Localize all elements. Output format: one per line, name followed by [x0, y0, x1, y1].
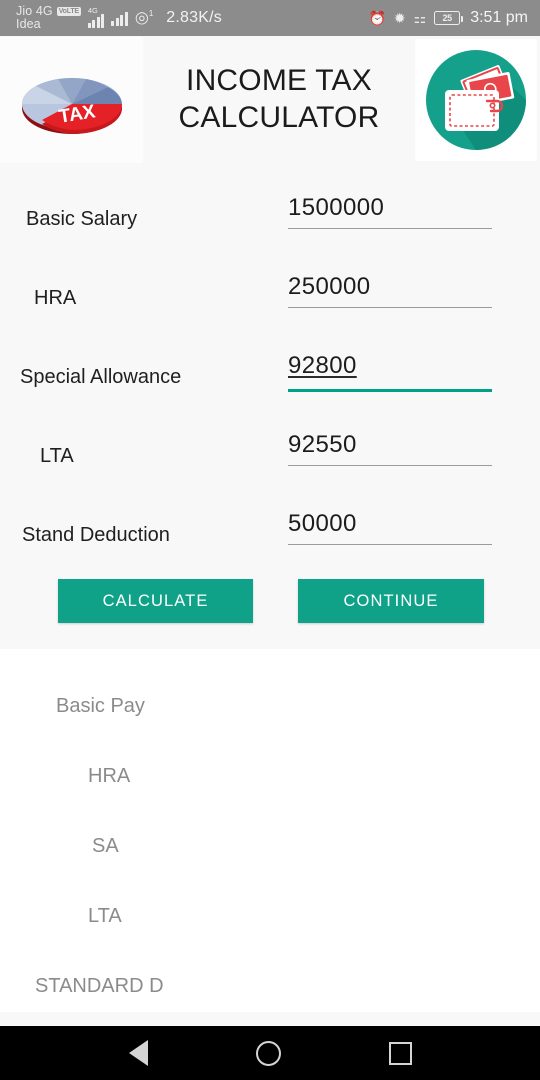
- android-navigation-bar: [0, 1026, 540, 1080]
- status-bar: Jio 4G VoLTE Idea 4G ◎1 2.83K/s ⏰ ✹ ⚏ 25…: [0, 0, 540, 36]
- recents-square-icon[interactable]: [388, 1041, 412, 1065]
- input-lta[interactable]: 92550: [288, 417, 492, 466]
- form-actions: CALCULATE CONTINUE: [0, 579, 540, 623]
- form-row-special-allowance: Special Allowance 92800: [0, 338, 540, 417]
- tax-pie-chart-icon: TAX: [0, 37, 143, 163]
- page-title: INCOME TAX CALCULATOR: [143, 63, 415, 136]
- label-lta: LTA: [40, 445, 74, 467]
- signal-strength-secondary-icon: [111, 11, 128, 26]
- continue-button[interactable]: CONTINUE: [298, 579, 484, 623]
- result-label-basic-pay: Basic Pay: [56, 694, 145, 717]
- form-row-stand-deduction: Stand Deduction 50000: [0, 496, 540, 575]
- home-circle-icon[interactable]: [255, 1040, 281, 1066]
- label-stand-deduction: Stand Deduction: [22, 524, 170, 546]
- label-basic-salary: Basic Salary: [26, 208, 138, 230]
- result-label-lta: LTA: [88, 904, 122, 927]
- calculate-button[interactable]: CALCULATE: [58, 579, 253, 623]
- value-special-allowance[interactable]: 92800: [288, 348, 492, 384]
- signal-strength-primary-icon: 4G: [87, 6, 105, 28]
- result-label-standard-d: STANDARD D: [35, 974, 164, 997]
- wallet-money-icon: [415, 39, 537, 161]
- results-section: Basic Pay HRA SA LTA STANDARD D: [0, 649, 540, 1021]
- carrier-secondary-label: Idea: [16, 17, 41, 31]
- alarm-icon: ⏰: [368, 10, 386, 26]
- result-row-lta: LTA: [0, 881, 540, 951]
- clock-label: 3:51 pm: [470, 9, 528, 26]
- battery-percent-label: 25: [442, 13, 452, 23]
- input-form-card: Basic Salary 1500000 HRA 250000 Special …: [0, 164, 540, 649]
- value-stand-deduction[interactable]: 50000: [288, 506, 492, 542]
- underline-stand-deduction: [288, 544, 492, 545]
- label-special-allowance: Special Allowance: [20, 366, 182, 388]
- back-triangle-icon[interactable]: [128, 1040, 148, 1066]
- form-row-hra: HRA 250000: [0, 259, 540, 338]
- input-stand-deduction[interactable]: 50000: [288, 496, 492, 545]
- result-label-sa: SA: [92, 834, 119, 857]
- input-special-allowance[interactable]: 92800: [288, 338, 492, 392]
- result-row-standard-d: STANDARD D: [0, 951, 540, 1021]
- carrier-info: Jio 4G VoLTE Idea: [16, 5, 81, 31]
- result-row-basic-pay: Basic Pay: [0, 671, 540, 741]
- value-lta[interactable]: 92550: [288, 427, 492, 463]
- underline-special-allowance-focused: [288, 389, 492, 392]
- result-label-hra: HRA: [88, 764, 131, 787]
- vibrate-icon: ⚏: [413, 10, 427, 26]
- form-row-lta: LTA 92550: [0, 417, 540, 496]
- volte-badge: VoLTE: [56, 7, 81, 17]
- data-speed-label: 2.83K/s: [166, 9, 222, 26]
- underline-hra: [288, 307, 492, 308]
- input-hra[interactable]: 250000: [288, 259, 492, 308]
- hotspot-icon: ◎1: [134, 8, 154, 27]
- input-basic-salary[interactable]: 1500000: [288, 180, 492, 229]
- bottom-divider: [0, 1012, 540, 1026]
- result-row-sa: SA: [0, 811, 540, 881]
- hotspot-count: 1: [148, 8, 154, 18]
- page-title-line1: INCOME TAX: [186, 64, 372, 98]
- battery-icon: 25: [434, 11, 464, 25]
- page-title-line2: CALCULATOR: [178, 101, 380, 134]
- bluetooth-icon: ✹: [393, 10, 406, 26]
- result-row-hra: HRA: [0, 741, 540, 811]
- form-row-basic-salary: Basic Salary 1500000: [0, 180, 540, 259]
- value-basic-salary[interactable]: 1500000: [288, 190, 492, 226]
- underline-lta: [288, 465, 492, 466]
- status-bar-right: ⏰ ✹ ⚏ 25 3:51 pm: [368, 9, 528, 27]
- label-hra: HRA: [34, 287, 77, 309]
- status-bar-left: Jio 4G VoLTE Idea 4G ◎1 2.83K/s: [16, 5, 222, 31]
- underline-basic-salary: [288, 228, 492, 229]
- app-header: TAX INCOME TAX CALCULATOR: [0, 36, 540, 164]
- value-hra[interactable]: 250000: [288, 269, 492, 305]
